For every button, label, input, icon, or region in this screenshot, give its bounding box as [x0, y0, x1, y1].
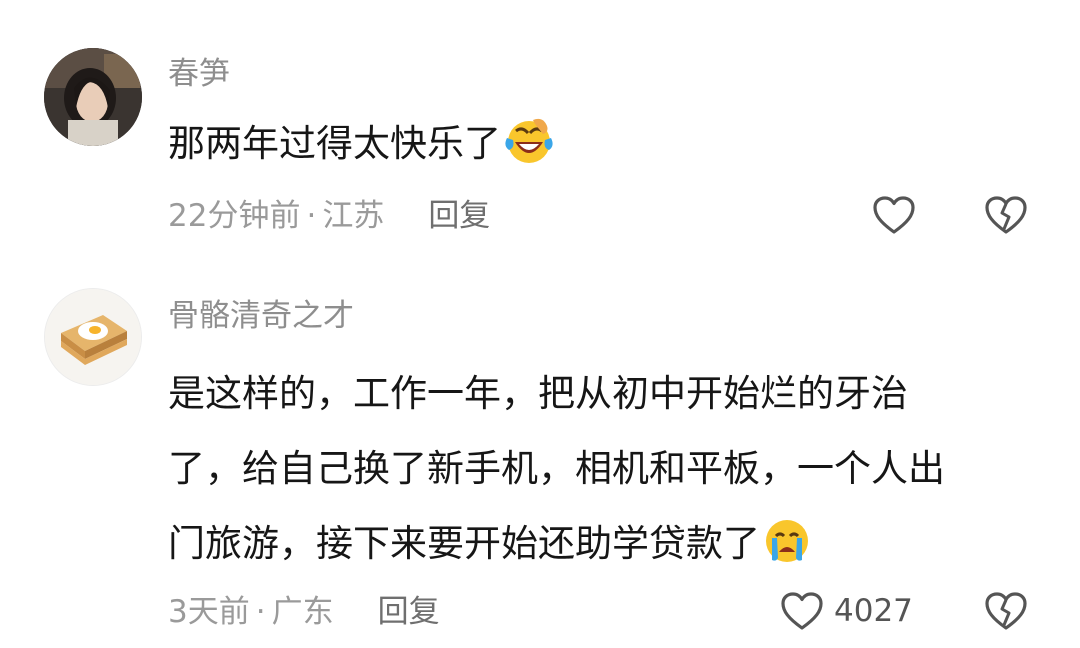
- like-button[interactable]: [872, 195, 916, 235]
- heart-outline-icon: [781, 592, 823, 630]
- like-count: 4027: [834, 593, 913, 629]
- meta-separator: ·: [306, 198, 317, 234]
- comment-text-line: 是这样的，工作一年，把从初中开始烂的牙治: [168, 372, 908, 415]
- dislike-button[interactable]: [984, 591, 1028, 635]
- reply-button[interactable]: 回复: [428, 198, 490, 234]
- comment-item: 春笋 那两年过得太快乐了 22分钟前 · 江苏 回复: [0, 0, 1080, 270]
- username[interactable]: 春笋: [168, 54, 230, 94]
- avatar[interactable]: [44, 48, 142, 146]
- reply-button[interactable]: 回复: [378, 594, 440, 630]
- comment-text: 那两年过得太快乐了: [168, 106, 1048, 189]
- broken-heart-icon: [985, 592, 1027, 630]
- comment-text: 是这样的，工作一年，把从初中开始烂的牙治 了，给自己换了新手机，相机和平板，一个…: [168, 356, 1048, 589]
- laughing-crying-emoji: [503, 114, 555, 189]
- broken-heart-icon: [985, 196, 1027, 234]
- heart-outline-icon: [873, 196, 915, 234]
- comment-text-line: 那两年过得太快乐了: [168, 122, 501, 165]
- crying-emoji: [762, 514, 812, 589]
- meta-separator: ·: [255, 594, 266, 630]
- comment-location: 江苏: [322, 198, 385, 234]
- comment-time: 22分钟前: [168, 198, 301, 234]
- comment-text-line-wrap: 门旅游，接下来要开始还助学贷款了: [168, 506, 1048, 589]
- comment-location: 广东: [271, 594, 334, 630]
- username[interactable]: 骨骼清奇之才: [168, 296, 354, 336]
- comment-meta: 22分钟前 · 江苏 回复: [168, 196, 490, 236]
- comment-meta: 3天前 · 广东 回复: [168, 592, 440, 632]
- comment-text-line: 门旅游，接下来要开始还助学贷款了: [168, 522, 760, 565]
- dislike-button[interactable]: [984, 195, 1028, 239]
- avatar[interactable]: [44, 288, 142, 386]
- comment-item: 骨骼清奇之才 是这样的，工作一年，把从初中开始烂的牙治 了，给自己换了新手机，相…: [0, 270, 1080, 648]
- comment-time: 3天前: [168, 594, 250, 630]
- comment-text-line: 了，给自己换了新手机，相机和平板，一个人出: [168, 447, 945, 490]
- like-button[interactable]: 4027: [780, 591, 913, 631]
